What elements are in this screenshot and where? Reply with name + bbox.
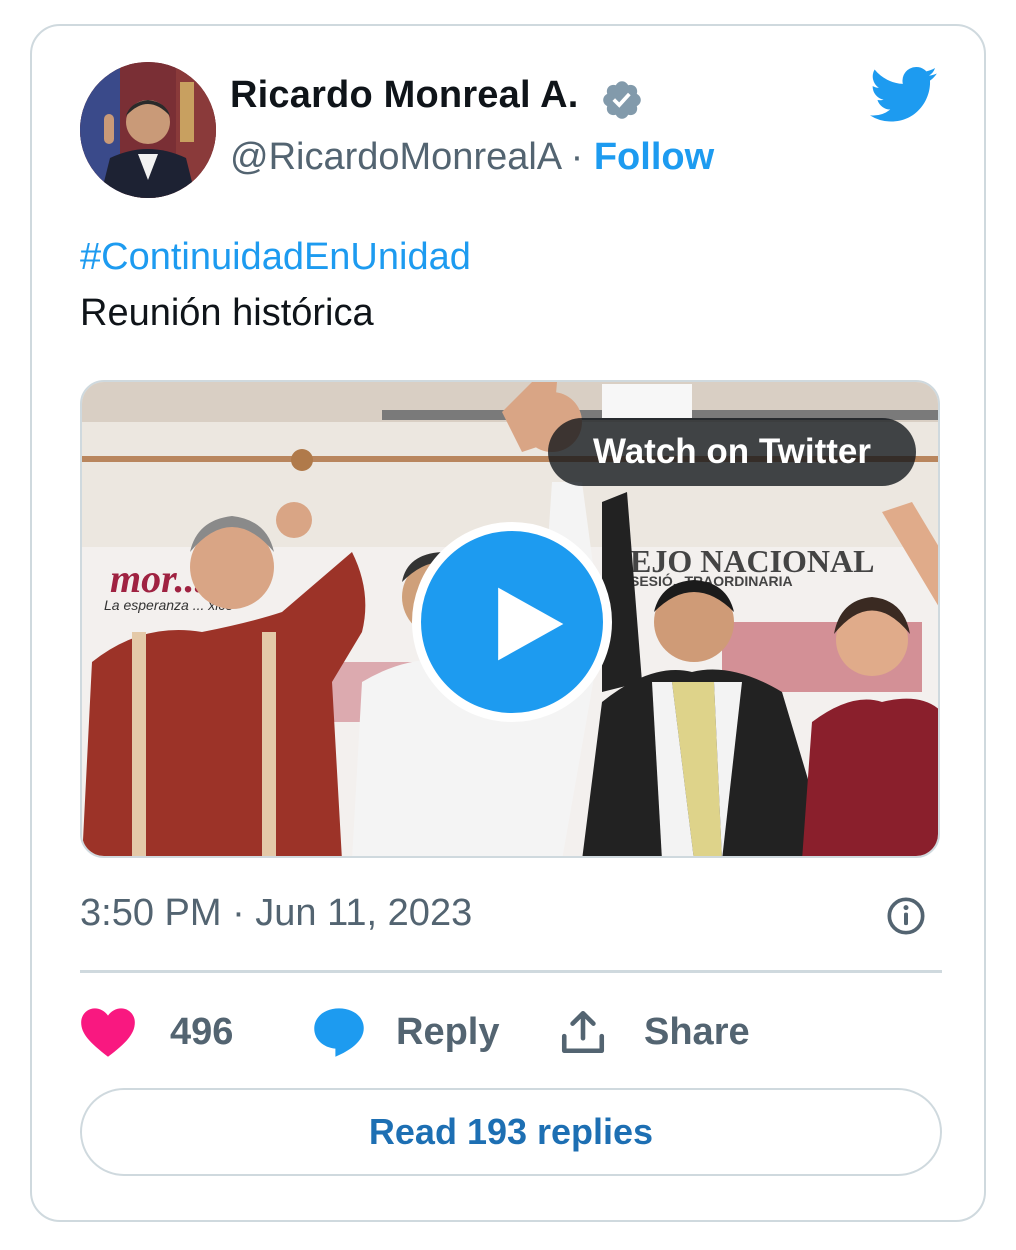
tweet-timestamp[interactable]: 3:50 PM · Jun 11, 2023	[80, 892, 472, 935]
author-avatar[interactable]	[80, 62, 216, 198]
action-bar: 496 Reply Share	[80, 1000, 940, 1064]
tweet-text: Reunión histórica	[80, 292, 374, 334]
reply-button[interactable]: Reply	[312, 1000, 499, 1064]
author-name[interactable]: Ricardo Monreal A.	[230, 74, 578, 117]
read-replies-button[interactable]: Read 193 replies	[80, 1088, 942, 1176]
watch-on-twitter-button[interactable]: Watch on Twitter	[548, 418, 916, 486]
info-icon[interactable]	[886, 896, 926, 936]
share-button[interactable]: Share	[558, 1000, 750, 1064]
divider	[80, 970, 942, 973]
play-icon	[498, 587, 564, 661]
like-count: 496	[170, 1010, 234, 1053]
reply-label: Reply	[396, 1010, 500, 1053]
hashtag-link[interactable]: #ContinuidadEnUnidad	[80, 236, 471, 279]
tweet-card: Ricardo Monreal A. @RicardoMonrealA · Fo…	[30, 24, 986, 1222]
author-handle-row: @RicardoMonrealA · Follow	[230, 136, 714, 179]
heart-icon	[81, 1008, 135, 1057]
like-button[interactable]: 496	[80, 1000, 233, 1064]
verified-badge-icon	[603, 81, 641, 119]
follow-button[interactable]: Follow	[594, 136, 714, 178]
handle-separator: ·	[570, 136, 584, 178]
play-button[interactable]	[412, 522, 612, 722]
author-handle[interactable]: @RicardoMonrealA	[230, 136, 560, 178]
share-icon	[561, 1010, 605, 1054]
twitter-bird-icon[interactable]	[870, 66, 938, 124]
reply-bubble-icon	[314, 1008, 364, 1057]
video-media[interactable]: mor...a La esperanza ... xico EJO NACION…	[80, 380, 940, 858]
share-label: Share	[644, 1010, 750, 1053]
